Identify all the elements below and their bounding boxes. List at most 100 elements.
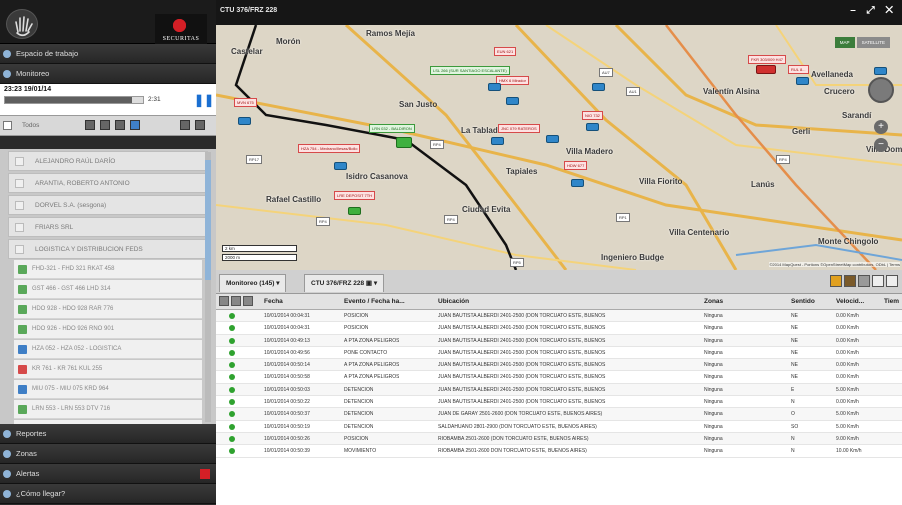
list-group[interactable]: FRIARS SRL [8, 217, 208, 237]
section-reportes[interactable]: Reportes [0, 424, 216, 444]
place-label: La Tablada [461, 126, 503, 135]
list-scrollbar[interactable] [205, 152, 211, 422]
vehicle-item[interactable]: HDO 926 - HDO 926 RNO 901 [14, 320, 202, 339]
section-como-llegar[interactable]: ¿Cómo llegar? [0, 484, 216, 504]
group-checkbox[interactable] [15, 245, 24, 254]
vehicle-label[interactable]: LRN 032 - BALDIRON [369, 124, 415, 133]
column-header[interactable]: Sentido [791, 298, 815, 305]
hand-icon[interactable] [6, 9, 38, 39]
playback-progress[interactable] [4, 96, 144, 104]
vehicle-marker[interactable] [592, 83, 605, 91]
vehicle-item[interactable]: MIU 075 - MIU 075 KRD 964 [14, 380, 202, 399]
place-label: Sarandí [842, 111, 872, 120]
group-checkbox[interactable] [15, 157, 24, 166]
expand-icon[interactable] [180, 120, 190, 130]
vehicle-item[interactable]: HZA 052 - HZA 052 - LOGISTICA [14, 340, 202, 359]
vehicle-label[interactable]: JNC 079 RATEROS [498, 124, 540, 133]
vehicle-label[interactable]: MVN 675 [234, 98, 257, 107]
vehicle-item[interactable]: HDO 928 - HDO 928 RAR 776 [14, 300, 202, 319]
vehicle-label[interactable]: HDW 677 [564, 161, 588, 170]
vehicle-marker[interactable] [348, 207, 361, 215]
group-checkbox[interactable] [15, 201, 24, 210]
vehicle-label[interactable]: RUL 8... [788, 65, 809, 74]
column-header[interactable]: Velocid... [836, 298, 864, 305]
vehicle-item[interactable]: GST 466 - GST 466 LHD 314 [14, 280, 202, 299]
group-checkbox[interactable] [15, 223, 24, 232]
list-group[interactable]: LOGISTICA Y DISTRIBUCION FEDS [8, 239, 208, 259]
vehicle-marker-selected[interactable] [396, 137, 412, 148]
section-espacio-trabajo[interactable]: Espacio de trabajo [0, 44, 216, 64]
section-monitoreo[interactable]: Monitoreo [0, 64, 216, 84]
table-row[interactable]: 10/01/2014 00:50:14 A PTA ZONA PELIGROS JU… [216, 359, 902, 372]
vehicle-marker[interactable] [491, 137, 504, 145]
list-group[interactable]: DORVEL S.A. (sesgona) [8, 195, 208, 215]
car-icon[interactable] [115, 120, 125, 130]
vehicle-label[interactable]: FKR 303/009 H47 [748, 55, 787, 64]
column-header[interactable]: Tiem [884, 298, 899, 305]
list-group[interactable]: ALEJANDRO RAÚL DARÍO [8, 151, 208, 171]
satellite-button[interactable]: SATELLITE [856, 37, 890, 48]
scrollbar-thumb[interactable] [205, 160, 211, 280]
table-row[interactable]: 10/01/2014 00:04:31 POSICION JUAN BAUTISTA… [216, 322, 902, 335]
lock-icon[interactable] [830, 275, 842, 287]
vehicle-marker[interactable] [756, 65, 776, 74]
column-header[interactable]: Fecha [264, 298, 283, 305]
tab-monitoreo[interactable]: Monitoreo (145) ▾ [219, 274, 287, 292]
table-row[interactable]: 10/01/2014 00:50:37 DETENCION JUAN DE GARA… [216, 408, 902, 421]
vehicle-item[interactable]: LRN 553 - LRN 553 DTV 716 [14, 400, 202, 419]
column-header[interactable]: Evento / Fecha ha... [344, 298, 405, 305]
grid-tool-icon[interactable] [243, 296, 253, 306]
collapse-icon[interactable] [195, 120, 205, 130]
vehicle-label[interactable]: HZA 754 - Medrano/Ilesas/Bollo [298, 144, 361, 153]
zoom-out-icon[interactable]: − [874, 138, 888, 152]
vehicle-label: HZA 052 - HZA 052 - LOGISTICA [32, 346, 122, 352]
vehicle-marker[interactable] [506, 97, 519, 105]
table-row[interactable]: 10/01/2014 00:49:56 PONE CONTACTO JUAN BAU… [216, 347, 902, 360]
truck-icon[interactable] [100, 120, 110, 130]
grid-tool-icon[interactable] [231, 296, 241, 306]
minimize-panel-icon[interactable] [872, 275, 884, 287]
section-alertas[interactable]: Alertas [0, 464, 216, 484]
table-row[interactable]: 10/01/2014 00:50:19 DETENCION SALDAHUANO 2… [216, 421, 902, 433]
table-row[interactable]: 10/01/2014 00:50:58 A PTA ZONA PELIGROS JU… [216, 371, 902, 384]
vehicle-marker[interactable] [488, 83, 501, 91]
maximize-panel-icon[interactable] [886, 275, 898, 287]
table-row[interactable]: 10/01/2014 00:50:03 DETENCION JUAN BAUTIST… [216, 383, 902, 397]
vehicle-label[interactable]: LSL 266 (SUR SANTIAGO ESCALANTE) [430, 66, 510, 75]
window-controls[interactable]: – ⤢ ✕ [850, 0, 897, 22]
select-all-checkbox[interactable] [3, 121, 12, 130]
pause-icon[interactable]: ❚❚ [194, 93, 214, 107]
filter-icon[interactable] [85, 120, 95, 130]
grid-tool-icon[interactable] [219, 296, 229, 306]
map-layer-icon[interactable] [844, 275, 856, 287]
vehicle-item[interactable]: FHD-321 - FHD 321 RKAT 458 [14, 260, 202, 279]
table-row[interactable]: 10/01/2014 00:50:22 DETENCION JUAN BAUTIST… [216, 396, 902, 409]
vehicle-marker[interactable] [546, 135, 559, 143]
sort-icon[interactable] [130, 120, 140, 130]
table-row[interactable]: 10/01/2014 00:50:26 POSICION RIOBAMBA 2501… [216, 432, 902, 446]
vehicle-label[interactable]: EUN 621 [494, 47, 517, 56]
column-header[interactable]: Zonas [704, 298, 723, 305]
column-header[interactable]: Ubicación [438, 298, 469, 305]
section-zonas[interactable]: Zonas [0, 444, 216, 464]
map-view[interactable]: Ramos Mejía Morón Castelar San Justo La … [216, 25, 902, 270]
map-button[interactable]: MAP [834, 37, 855, 48]
tab-vehicle[interactable]: CTU 376/FRZ 228 ▣ ▾ [304, 274, 385, 292]
vehicle-label[interactable]: LRE DEPOSIT 7TH [334, 191, 376, 200]
zoom-in-icon[interactable]: + [874, 120, 888, 134]
table-row[interactable]: 10/01/2014 00:04:31 POSICION JUAN BAUTISTA… [216, 310, 902, 323]
table-row[interactable]: 10/01/2014 00:49:13 A PTA ZONA PELIGROS JU… [216, 334, 902, 347]
grid-icon[interactable] [858, 275, 870, 287]
pan-control-icon[interactable] [868, 77, 894, 103]
list-group[interactable]: ARANTIA, ROBERTO ANTONIO [8, 173, 208, 193]
vehicle-marker[interactable] [796, 77, 809, 85]
vehicle-label[interactable]: NIO 732 [582, 111, 603, 120]
vehicle-marker[interactable] [874, 67, 887, 75]
vehicle-marker[interactable] [586, 123, 599, 131]
group-checkbox[interactable] [15, 179, 24, 188]
vehicle-marker[interactable] [334, 162, 347, 170]
table-row[interactable]: 10/01/2014 00:50:39 MOVIMIENTO RIOBAMBA 25… [216, 445, 902, 458]
vehicle-marker[interactable] [571, 179, 584, 187]
vehicle-item[interactable]: KR 761 - KR 761 KUL 255 [14, 360, 202, 379]
vehicle-marker[interactable] [238, 117, 251, 125]
